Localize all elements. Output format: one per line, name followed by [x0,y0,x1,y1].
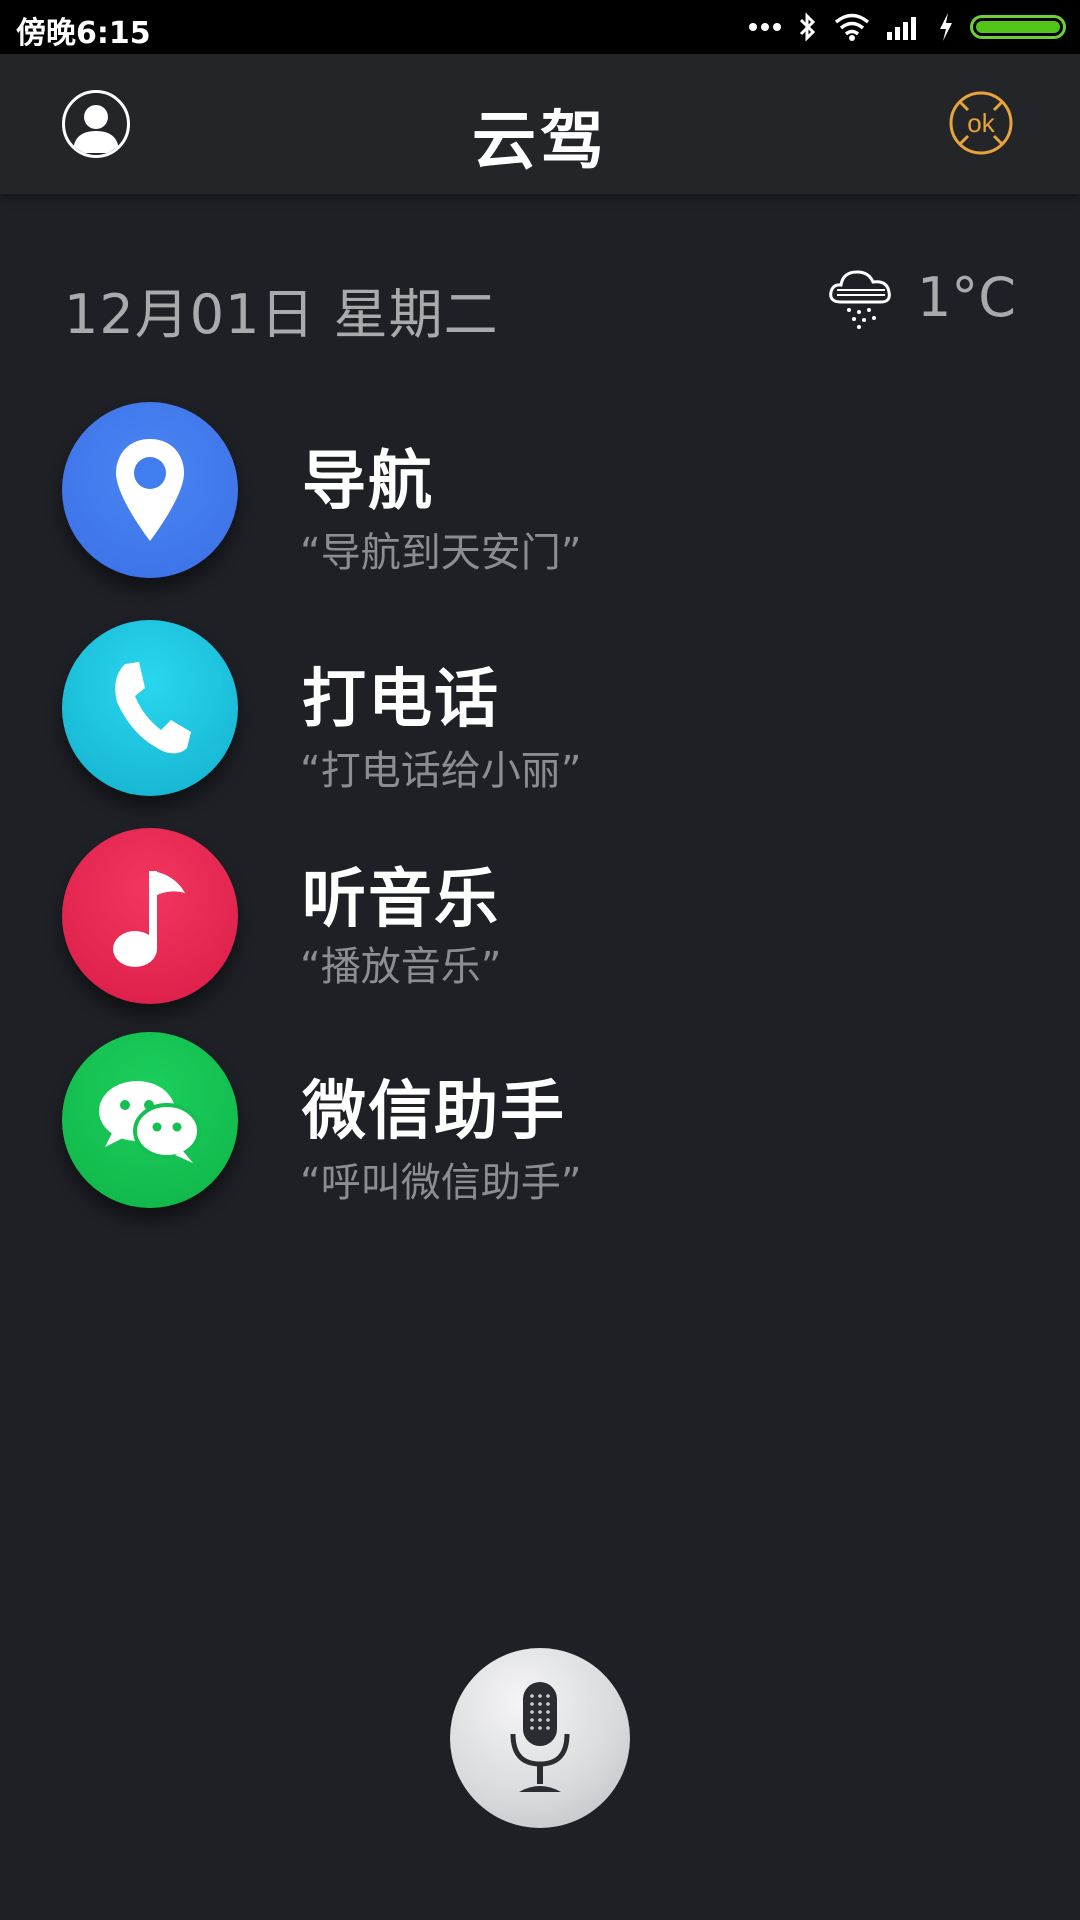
date-text: 12月01日 星期二 [64,283,499,346]
list-item-music[interactable]: 听音乐 “播放音乐” [60,828,1020,1008]
item-hint: “打电话给小丽” [300,748,582,794]
microphone-icon [510,1682,570,1792]
wechat-icon [62,1032,238,1208]
item-title: 微信助手 [302,1075,566,1149]
list-item-wechat[interactable]: 微信助手 “呼叫微信助手” [60,1032,1020,1212]
item-title: 听音乐 [302,863,500,937]
item-title: 导航 [302,445,434,519]
page-title: 云驾 [472,105,608,179]
status-bar: 傍晚6:15 [0,0,1080,54]
music-note-icon [62,828,238,1004]
more-dots-icon [749,23,781,31]
app-header: 云驾 ok [0,54,1080,194]
date-weather-row: 12月01日 星期二 1°C [64,266,1016,347]
item-hint: “导航到天安门” [300,530,582,576]
item-hint: “呼叫微信助手” [300,1160,582,1206]
ok-button-icon[interactable]: ok [948,90,1014,156]
charging-icon [940,13,952,41]
wifi-icon [834,13,870,41]
signal-icon [887,17,916,40]
svg-text:ok: ok [967,108,995,138]
microphone-button[interactable] [450,1648,630,1828]
list-item-phone[interactable]: 打电话 “打电话给小丽” [60,620,1020,800]
status-icons [748,10,1066,44]
item-title: 打电话 [302,663,500,737]
list-item-navigation[interactable]: 导航 “导航到天安门” [60,402,1020,582]
battery-level [976,21,1060,33]
weather: 1°C [827,262,1016,332]
snow-cloud-icon [829,270,891,329]
status-time: 傍晚6:15 [16,16,151,51]
battery-icon [970,15,1066,39]
item-hint: “播放音乐” [300,944,502,990]
map-pin-icon [62,402,238,578]
phone-icon [62,620,238,796]
temperature: 1°C [916,265,1016,329]
bluetooth-icon [799,12,816,42]
